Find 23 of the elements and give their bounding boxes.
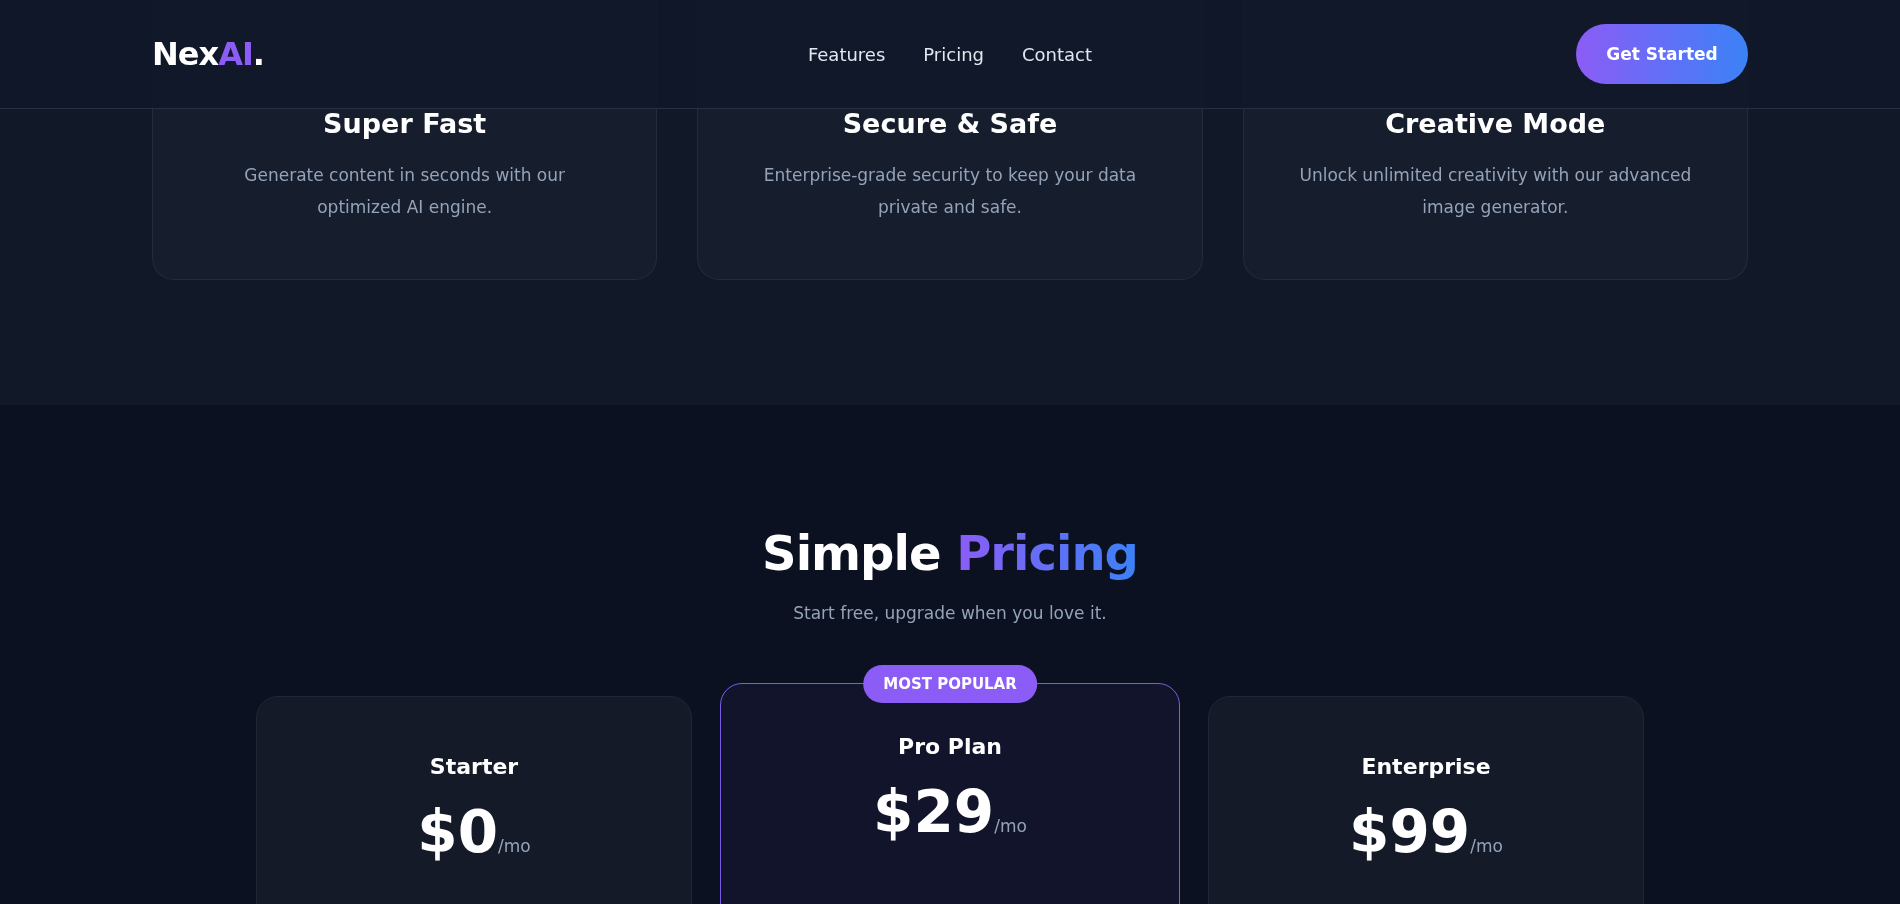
popular-badge: MOST POPULAR bbox=[863, 665, 1037, 703]
get-started-button[interactable]: Get Started bbox=[1576, 24, 1748, 84]
price-period: /mo bbox=[498, 836, 531, 856]
nav-link[interactable]: Pricing bbox=[923, 43, 984, 65]
price-period: /mo bbox=[994, 816, 1027, 836]
feature-title: Creative Mode bbox=[1385, 108, 1606, 139]
plan-price: $99 bbox=[1349, 801, 1471, 865]
feature-description: Enterprise-grade security to keep your data private and safe. bbox=[762, 164, 1138, 220]
nav-link[interactable]: Features bbox=[807, 43, 886, 65]
feature-title: Secure & Safe bbox=[842, 108, 1058, 139]
feature-description: Unlock unlimited creativity with our advanced image generator. bbox=[1298, 164, 1693, 220]
feature-description: Generate content in seconds with our optimized AI engine. bbox=[243, 164, 566, 220]
feature-title: Super Fast bbox=[323, 108, 487, 139]
nav-link[interactable]: Contact bbox=[1022, 43, 1093, 65]
section-title: Simple Pricing bbox=[762, 525, 1138, 581]
plan-name: Pro Plan bbox=[898, 734, 1002, 759]
section-subtitle: Start free, upgrade when you love it. bbox=[793, 603, 1107, 623]
price-period: /mo bbox=[1470, 836, 1503, 856]
plan-name: Starter bbox=[429, 754, 519, 779]
plan-name: Enterprise bbox=[1361, 754, 1491, 779]
plan-price: $29 bbox=[873, 781, 995, 845]
logo[interactable]: NexAI. bbox=[152, 35, 264, 73]
plan-price: $0 bbox=[417, 801, 498, 865]
